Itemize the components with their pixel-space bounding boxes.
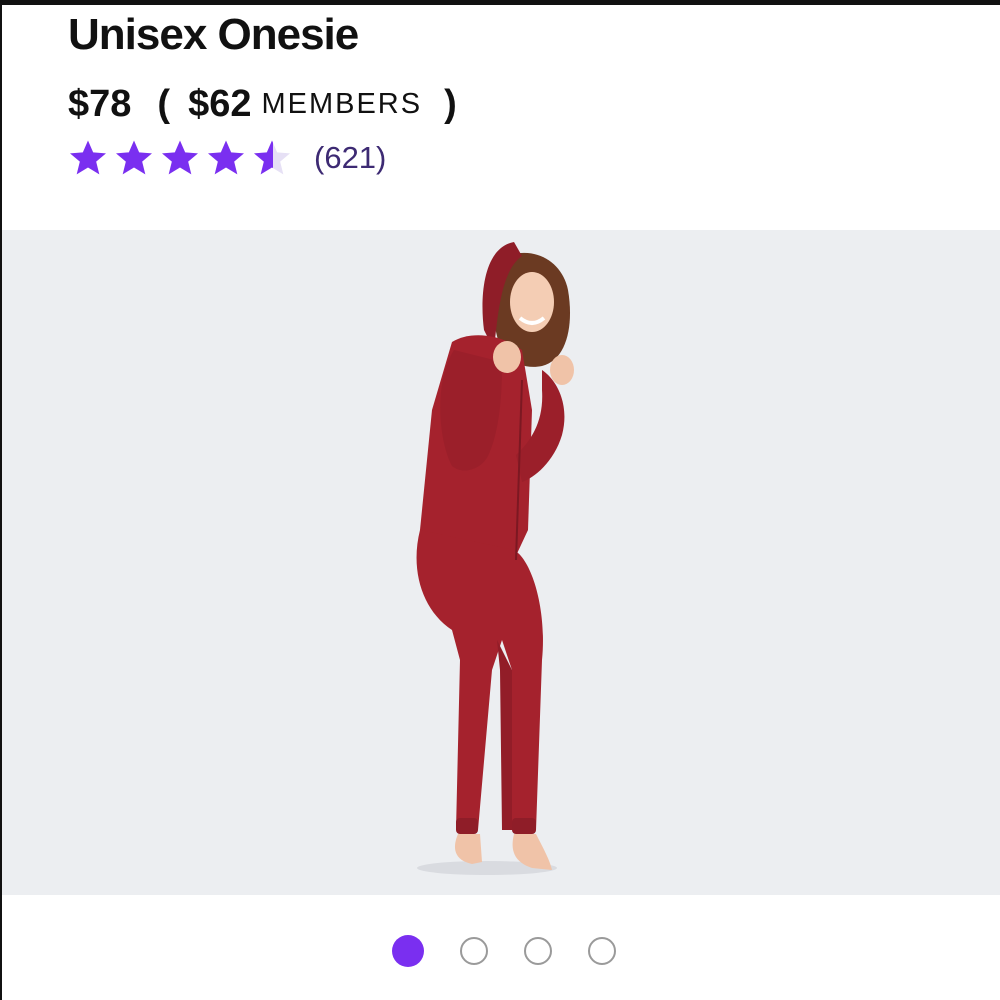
gallery-dot-3[interactable] [524,937,552,965]
half-star-icon [254,140,290,175]
member-price: $62 [188,82,252,125]
star-icon [208,140,244,175]
star-icon [70,140,106,175]
model-illustration [416,242,574,875]
members-label: MEMBERS [261,87,423,120]
star-icon [162,140,198,175]
open-paren: ( [157,82,171,125]
gallery-pagination [392,935,652,967]
star-icon [116,140,152,175]
regular-price: $78 [68,82,132,125]
star-rating [68,138,298,178]
product-image[interactable] [2,230,1000,895]
rating-row[interactable]: (621) [68,135,386,181]
review-count[interactable]: (621) [314,140,386,176]
product-page: Unisex Onesie $78 ( $62 MEMBERS ) (621) [0,0,1000,1000]
product-title: Unisex Onesie [68,10,359,59]
close-paren: ) [444,82,457,125]
gallery-dot-4[interactable] [588,937,616,965]
gallery-dot-2[interactable] [460,937,488,965]
price-row: $78 ( $62 MEMBERS ) [68,81,457,127]
gallery-dot-1[interactable] [392,935,424,967]
